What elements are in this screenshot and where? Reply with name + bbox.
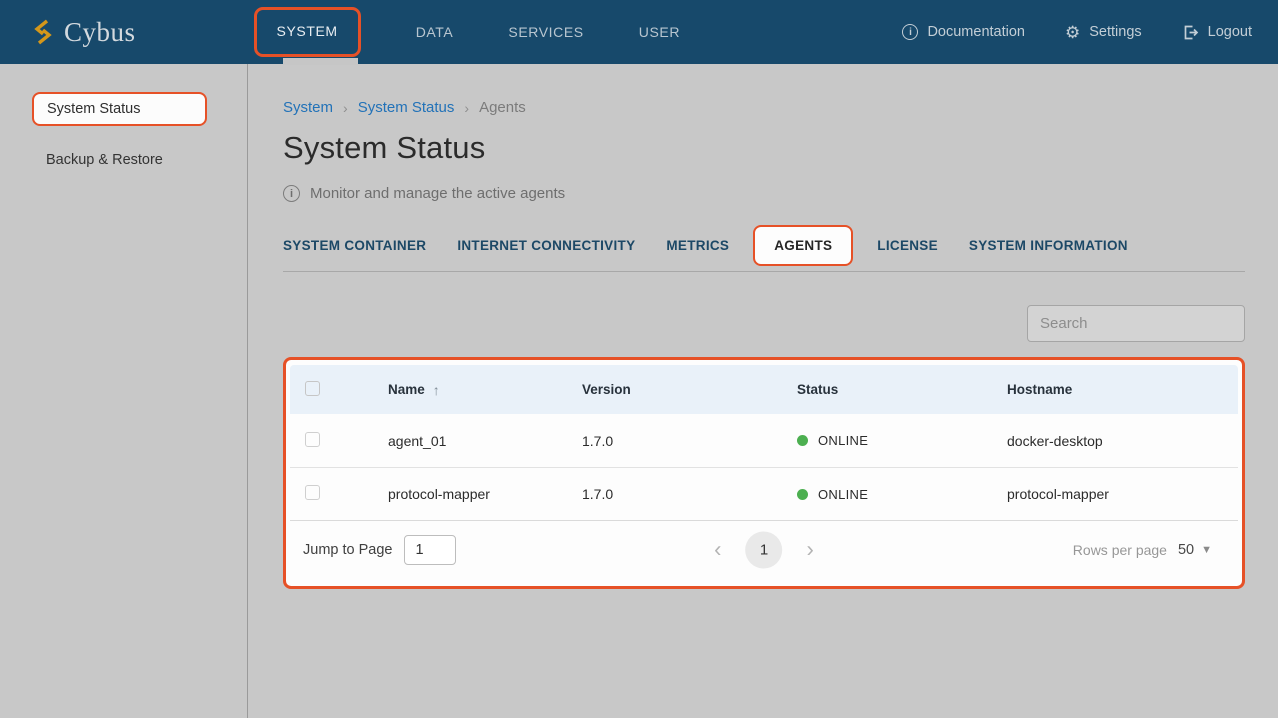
table-header-row: Name ↑ Version Status Hostname xyxy=(290,365,1238,414)
nav-item-services[interactable]: SERVICES xyxy=(508,24,583,40)
nav-item-system[interactable]: SYSTEM xyxy=(277,23,338,39)
current-page-button[interactable]: 1 xyxy=(746,531,783,568)
annotation-box-agents-table: Name ↑ Version Status Hostname agent_01 … xyxy=(283,357,1245,589)
top-navbar: Cybus SYSTEM DATA SERVICES USER i Docume… xyxy=(0,0,1278,64)
sidebar-item-system-status[interactable]: System Status xyxy=(47,101,140,117)
search-box xyxy=(1027,305,1245,342)
cell-hostname: protocol-mapper xyxy=(1007,486,1238,502)
nav-item-user[interactable]: USER xyxy=(639,24,680,40)
sidebar: System Status Backup & Restore xyxy=(0,64,248,718)
cell-version: 1.7.0 xyxy=(582,486,797,502)
annotation-box-system: SYSTEM xyxy=(254,7,361,57)
page-subtitle: i Monitor and manage the active agents xyxy=(283,185,1245,202)
logout-label: Logout xyxy=(1208,24,1252,40)
caret-down-icon[interactable]: ▼ xyxy=(1201,544,1212,556)
active-nav-underline xyxy=(283,58,358,65)
brand[interactable]: Cybus xyxy=(32,17,136,48)
status-badge: ONLINE xyxy=(818,487,868,502)
cell-name: agent_01 xyxy=(388,433,446,449)
rows-per-page-label: Rows per page xyxy=(1073,542,1167,558)
sidebar-item-backup-restore[interactable]: Backup & Restore xyxy=(46,152,247,168)
next-page-icon[interactable]: › xyxy=(807,539,814,561)
row-checkbox[interactable] xyxy=(305,432,320,447)
tab-agents[interactable]: AGENTS xyxy=(753,225,853,266)
tab-system-information[interactable]: SYSTEM INFORMATION xyxy=(969,238,1128,253)
breadcrumb-system[interactable]: System xyxy=(283,99,333,116)
breadcrumb: System › System Status › Agents xyxy=(283,99,1245,116)
settings-label: Settings xyxy=(1089,24,1141,40)
column-header-version[interactable]: Version xyxy=(582,382,797,397)
nav-actions: i Documentation ⚙ Settings Logout xyxy=(902,24,1252,41)
tab-system-container[interactable]: SYSTEM CONTAINER xyxy=(283,238,426,253)
search-input[interactable] xyxy=(1040,315,1239,332)
jump-to-page-label: Jump to Page xyxy=(303,542,392,558)
info-icon: i xyxy=(283,185,300,202)
breadcrumb-separator-icon: › xyxy=(343,100,348,116)
previous-page-icon[interactable]: ‹ xyxy=(714,539,721,561)
rows-per-page-value[interactable]: 50 xyxy=(1178,542,1194,558)
breadcrumb-separator-icon: › xyxy=(464,100,469,116)
logout-button[interactable]: Logout xyxy=(1182,24,1252,41)
status-badge: ONLINE xyxy=(818,433,868,448)
main-content: System › System Status › Agents System S… xyxy=(248,64,1278,718)
column-header-status[interactable]: Status xyxy=(797,382,1007,397)
tab-internet-connectivity[interactable]: INTERNET CONNECTIVITY xyxy=(457,238,635,253)
documentation-label: Documentation xyxy=(927,24,1025,40)
tab-license[interactable]: LICENSE xyxy=(877,238,938,253)
jump-to-page-input[interactable] xyxy=(404,535,456,565)
main-nav: SYSTEM DATA SERVICES USER xyxy=(254,7,681,57)
online-status-dot xyxy=(797,435,808,446)
logout-icon xyxy=(1182,24,1199,41)
page-subtitle-text: Monitor and manage the active agents xyxy=(310,185,565,202)
breadcrumb-system-status[interactable]: System Status xyxy=(358,99,455,116)
cell-version: 1.7.0 xyxy=(582,433,797,449)
sort-asc-icon[interactable]: ↑ xyxy=(433,382,440,398)
annotation-box-system-status: System Status xyxy=(32,92,207,126)
table-row[interactable]: protocol-mapper 1.7.0 ONLINE protocol-ma… xyxy=(290,467,1238,520)
column-header-hostname[interactable]: Hostname xyxy=(1007,382,1238,397)
rows-per-page: Rows per page 50 ▼ xyxy=(1073,542,1212,558)
tab-bar: SYSTEM CONTAINER INTERNET CONNECTIVITY M… xyxy=(283,238,1245,272)
table-row[interactable]: agent_01 1.7.0 ONLINE docker-desktop xyxy=(290,414,1238,467)
documentation-button[interactable]: i Documentation xyxy=(902,24,1025,40)
page-title: System Status xyxy=(283,130,1245,166)
nav-item-data[interactable]: DATA xyxy=(416,24,454,40)
row-checkbox[interactable] xyxy=(305,485,320,500)
brand-name: Cybus xyxy=(64,17,136,48)
table-footer: Jump to Page ‹ 1 › Rows per page 50 ▼ xyxy=(290,520,1238,578)
gear-icon: ⚙ xyxy=(1065,24,1080,41)
cell-hostname: docker-desktop xyxy=(1007,433,1238,449)
column-header-name[interactable]: Name xyxy=(388,382,425,397)
online-status-dot xyxy=(797,489,808,500)
tab-metrics[interactable]: METRICS xyxy=(666,238,729,253)
pager: ‹ 1 › xyxy=(714,531,814,568)
select-all-checkbox[interactable] xyxy=(305,381,320,396)
cybus-logo-icon xyxy=(32,19,54,45)
search-row xyxy=(283,305,1245,342)
info-icon: i xyxy=(902,24,918,40)
cell-name: protocol-mapper xyxy=(388,486,490,502)
breadcrumb-agents: Agents xyxy=(479,99,526,116)
settings-button[interactable]: ⚙ Settings xyxy=(1065,24,1142,41)
